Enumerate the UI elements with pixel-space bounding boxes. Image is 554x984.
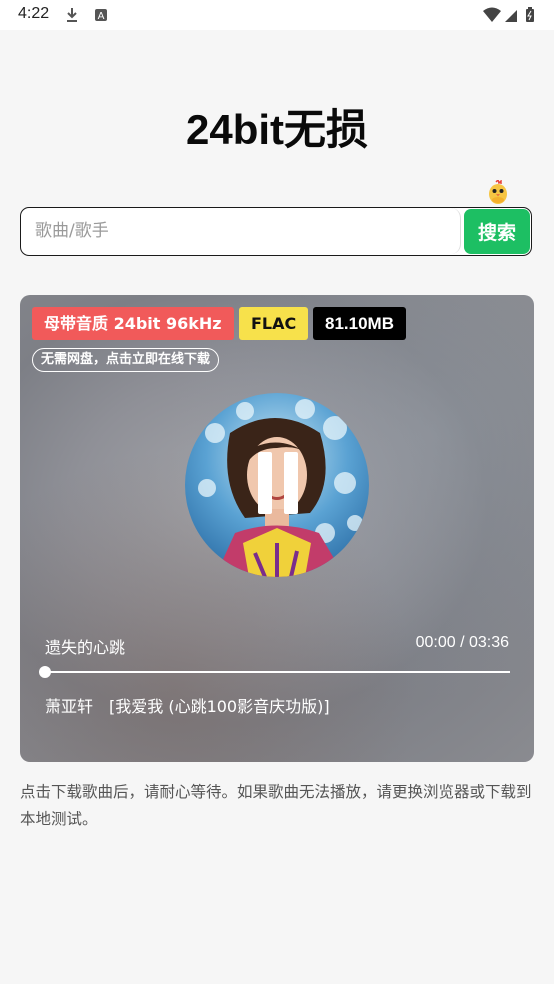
song-time: 00:00 / 03:36 bbox=[415, 634, 509, 651]
search-button[interactable]: 搜索 bbox=[464, 209, 530, 254]
wifi-icon bbox=[483, 7, 501, 22]
status-time: 4:22 bbox=[18, 5, 50, 22]
status-bar: 4:22 A bbox=[0, 0, 554, 30]
chick-mascot-icon bbox=[486, 178, 510, 210]
page-title: 24bit无损 bbox=[185, 106, 369, 153]
battery-icon bbox=[526, 7, 534, 22]
search-input[interactable] bbox=[21, 208, 461, 254]
download-icon bbox=[67, 8, 77, 22]
player-card: 母带音质 24bit 96kHz FLAC 81.10MB 无需网盘，点击立即在… bbox=[20, 295, 534, 762]
status-icons-right bbox=[482, 6, 542, 28]
signal-icon bbox=[505, 10, 517, 22]
format-badge: FLAC bbox=[239, 307, 309, 340]
file-size-badge: 81.10MB bbox=[313, 307, 406, 340]
song-artist: 萧亚轩 bbox=[45, 697, 94, 716]
notice-text: 点击下载歌曲后，请耐心等待。如果歌曲无法播放，请更换浏览器或下载到本地测试。 bbox=[20, 783, 532, 828]
online-download-tag[interactable]: 无需网盘，点击立即在线下载 bbox=[32, 348, 220, 372]
pause-button[interactable] bbox=[256, 452, 300, 514]
progress-bar[interactable] bbox=[45, 671, 510, 673]
search-bar: 搜索 bbox=[20, 207, 532, 256]
progress-handle[interactable] bbox=[39, 666, 51, 678]
translate-icon: A bbox=[95, 9, 107, 22]
svg-text:A: A bbox=[98, 11, 105, 22]
status-icons-left: A bbox=[66, 6, 116, 28]
song-album: [我爱我 (心跳100影音庆功版)] bbox=[109, 697, 330, 716]
quality-badge: 母带音质 24bit 96kHz bbox=[32, 307, 234, 340]
song-title: 遗失的心跳 bbox=[45, 638, 126, 657]
